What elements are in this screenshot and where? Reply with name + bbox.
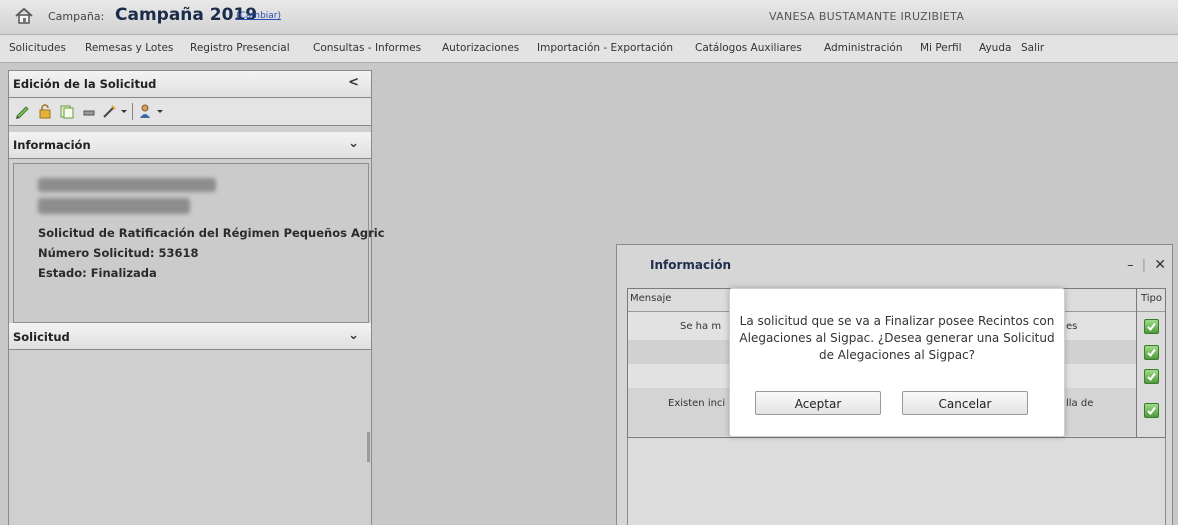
print-icon[interactable]: [81, 104, 97, 119]
request-number: Número Solicitud: 53618: [38, 246, 199, 260]
chevron-down-icon[interactable]: ⌄: [348, 328, 359, 343]
information-title: Información: [13, 138, 91, 152]
row-message-end: lla de: [1066, 398, 1094, 409]
check-icon: [1144, 345, 1159, 360]
user-name: VANESA BUSTAMANTE IRUZIBIETA: [769, 10, 965, 23]
splitter-handle[interactable]: [367, 432, 370, 462]
dropdown-arrow-icon[interactable]: [155, 104, 165, 119]
column-header-type[interactable]: Tipo: [1141, 293, 1162, 304]
menu-administracion[interactable]: Administración: [824, 42, 903, 54]
pen-icon[interactable]: [15, 104, 31, 119]
left-panel: Edición de la Solicitud < Información ⌄ …: [8, 70, 385, 525]
confirm-dialog: La solicitud que se va a Finalizar posee…: [729, 288, 1065, 437]
window-empty-area: [627, 438, 1166, 525]
dialog-message: La solicitud que se va a Finalizar posee…: [739, 314, 1055, 362]
row-message-end: es: [1066, 321, 1078, 332]
information-header[interactable]: Información ⌄: [9, 132, 371, 159]
edit-request-title: Edición de la Solicitud: [13, 77, 157, 91]
minimize-button[interactable]: –: [1127, 258, 1134, 273]
row-message: Existen inci: [668, 398, 726, 409]
menu-remesas-lotes[interactable]: Remesas y Lotes: [85, 42, 173, 54]
dropdown-arrow-icon[interactable]: [119, 104, 129, 119]
main-menu: Solicitudes Remesas y Lotes Registro Pre…: [0, 35, 1178, 63]
accept-button[interactable]: Aceptar: [755, 391, 881, 415]
check-icon: [1144, 319, 1159, 334]
information-body: Solicitud de Ratificación del Régimen Pe…: [13, 163, 385, 323]
chevron-down-icon[interactable]: ⌄: [348, 136, 359, 151]
menu-ayuda[interactable]: Ayuda: [979, 42, 1011, 54]
cancel-button[interactable]: Cancelar: [902, 391, 1028, 415]
solicitud-header[interactable]: Solicitud ⌄: [9, 323, 371, 350]
menu-consultas-informes[interactable]: Consultas - Informes: [313, 42, 421, 54]
menu-catalogos-auxiliares[interactable]: Catálogos Auxiliares: [695, 42, 802, 54]
copy-icon[interactable]: [59, 104, 75, 119]
user-icon[interactable]: [137, 104, 153, 119]
request-toolbar: [9, 98, 371, 126]
change-campaign-link[interactable]: (Cambiar): [236, 11, 281, 21]
control-separator: |: [1141, 258, 1147, 273]
window-title: Información: [650, 258, 732, 272]
window-controls: – | ✕: [1123, 257, 1166, 273]
collapse-panel-button[interactable]: <: [348, 75, 359, 90]
menu-autorizaciones[interactable]: Autorizaciones: [442, 42, 519, 54]
toolbar-separator: [132, 103, 133, 120]
close-icon[interactable]: ✕: [1154, 257, 1166, 273]
redacted-text: [38, 178, 216, 192]
check-icon: [1144, 369, 1159, 384]
check-icon: [1144, 403, 1159, 418]
top-bar: Campaña: Campaña 2019 (Cambiar) VANESA B…: [0, 0, 1178, 35]
menu-registro-presencial[interactable]: Registro Presencial: [190, 42, 290, 54]
redacted-text: [38, 198, 190, 214]
menu-mi-perfil[interactable]: Mi Perfil: [920, 42, 962, 54]
menu-salir[interactable]: Salir: [1021, 42, 1044, 54]
edit-request-header: Edición de la Solicitud <: [9, 71, 371, 98]
request-title: Solicitud de Ratificación del Régimen Pe…: [38, 226, 385, 240]
home-icon[interactable]: [14, 6, 34, 26]
lock-icon[interactable]: [37, 104, 53, 119]
menu-solicitudes[interactable]: Solicitudes: [9, 42, 66, 54]
column-header-message[interactable]: Mensaje: [630, 293, 671, 304]
column-divider: [1136, 289, 1137, 437]
row-message: Se ha m: [680, 321, 722, 332]
request-status: Estado: Finalizada: [38, 266, 157, 280]
menu-importacion-exportacion[interactable]: Importación - Exportación: [537, 42, 673, 54]
campaign-label: Campaña:: [48, 10, 105, 23]
solicitud-title: Solicitud: [13, 330, 70, 344]
edit-icon[interactable]: [101, 104, 117, 119]
